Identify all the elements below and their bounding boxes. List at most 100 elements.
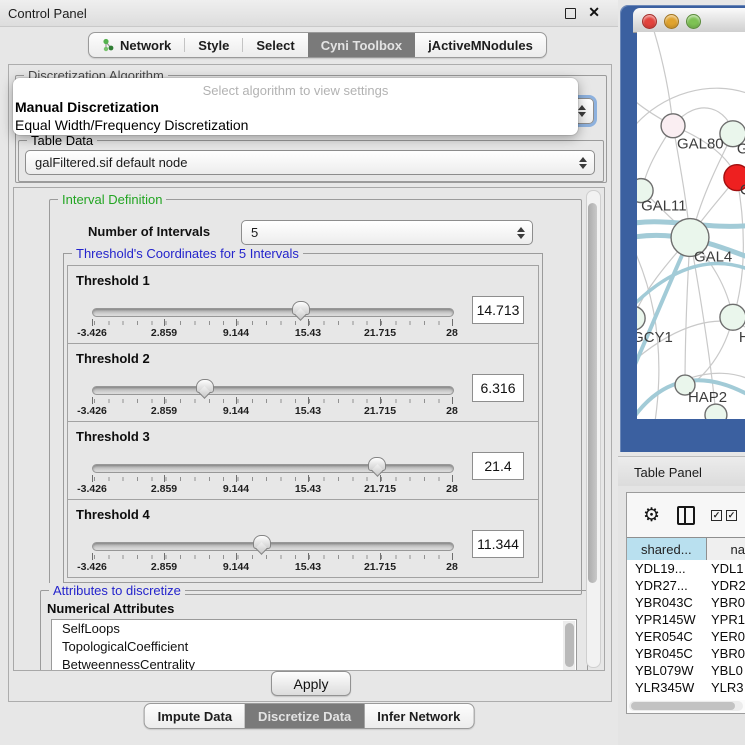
table-row[interactable]: YBR045CYBR0: [627, 645, 745, 662]
network-edge[interactable]: [637, 237, 690, 373]
threshold-slider: -3.4262.8599.14415.4321.71528: [92, 460, 452, 496]
table-data-legend: Table Data: [27, 133, 97, 148]
attribute-list-item[interactable]: BetweennessCentrality: [52, 656, 576, 671]
slider-major-tick: [92, 475, 93, 482]
threshold-label: Threshold 3: [76, 429, 150, 444]
table-row[interactable]: YIL052CYIL0: [627, 696, 745, 700]
algorithm-option[interactable]: Equal Width/Frequency Discretization: [13, 116, 578, 134]
settings-scrollbar[interactable]: [586, 190, 601, 668]
slider-track[interactable]: [92, 542, 454, 551]
tab-label: Impute Data: [158, 709, 232, 724]
settings-scrollbar-thumb[interactable]: [588, 203, 597, 583]
table-row[interactable]: YER054CYER0: [627, 628, 745, 645]
threshold-value-field[interactable]: 21.4: [472, 452, 524, 480]
network-node-green[interactable]: [705, 404, 727, 419]
tab-style[interactable]: Style: [185, 33, 242, 57]
table-header: shared... na: [627, 537, 745, 561]
traffic-light-zoom-icon[interactable]: [686, 14, 701, 29]
tick-label: 2.859: [151, 561, 177, 573]
thresholds-legend: Threshold's Coordinates for 5 Intervals: [72, 246, 303, 261]
list-scrollbar-thumb[interactable]: [565, 623, 574, 667]
table-row[interactable]: YDR27...YDR2: [627, 577, 745, 594]
network-node-green[interactable]: [637, 306, 645, 330]
control-panel-tabbar: NetworkStyleSelectCyni ToolboxjActiveMNo…: [88, 32, 547, 58]
tab-select[interactable]: Select: [243, 33, 307, 57]
tab-infer-network[interactable]: Infer Network: [364, 704, 473, 728]
tick-label: 21.715: [364, 561, 396, 573]
checkbox-icon[interactable]: ✓: [726, 510, 737, 521]
network-window-titlebar[interactable]: [633, 8, 745, 33]
number-of-intervals-combobox[interactable]: 5: [241, 220, 533, 245]
tab-impute-data[interactable]: Impute Data: [145, 704, 245, 728]
slider-major-tick: [236, 475, 237, 482]
table-row[interactable]: YBR043CYBR0: [627, 594, 745, 611]
threshold-value-field[interactable]: 6.316: [472, 374, 524, 402]
table-data-combobox[interactable]: galFiltered.sif default node: [25, 150, 595, 175]
network-canvas[interactable]: GAL80GACGAL11GAL4GCY1HHAP2: [637, 32, 745, 419]
slider-thumb[interactable]: [292, 301, 310, 315]
slider-thumb[interactable]: [253, 535, 271, 549]
numerical-attributes-list[interactable]: SelfLoopsTopologicalCoefficientBetweenne…: [51, 619, 577, 671]
column-header-shared-name[interactable]: shared...: [627, 538, 707, 560]
table-data-value: galFiltered.sif default node: [35, 155, 187, 170]
cell-name: YDL1: [707, 561, 745, 576]
gear-icon[interactable]: ⚙: [643, 504, 660, 527]
table-hscrollbar[interactable]: [629, 701, 743, 711]
traffic-light-minimize-icon[interactable]: [664, 14, 679, 29]
table-panel-body: ⚙ ✓ ✓ shared... na YDL19...YDL1YDR27...Y…: [618, 486, 745, 745]
list-scrollbar[interactable]: [563, 621, 575, 671]
tick-label: 21.715: [364, 327, 396, 339]
slider-thumb[interactable]: [196, 379, 214, 393]
tab-cyni-toolbox[interactable]: Cyni Toolbox: [308, 33, 415, 57]
traffic-light-close-icon[interactable]: [642, 14, 657, 29]
tab-network[interactable]: Network: [89, 33, 184, 57]
slider-major-tick: [452, 475, 453, 482]
network-node-green[interactable]: [720, 304, 745, 330]
table-hscrollbar-thumb[interactable]: [631, 702, 735, 710]
slider-track[interactable]: [92, 464, 454, 473]
threshold-slider: -3.4262.8599.14415.4321.71528: [92, 382, 452, 418]
attribute-list-item[interactable]: SelfLoops: [52, 620, 576, 638]
apply-button[interactable]: Apply: [271, 671, 351, 696]
slider-major-tick: [236, 319, 237, 326]
network-edge[interactable]: [653, 32, 673, 126]
tab-discretize-data[interactable]: Discretize Data: [245, 704, 364, 728]
slider-thumb[interactable]: [368, 457, 386, 471]
algorithm-option[interactable]: Manual Discretization: [13, 98, 578, 116]
checkbox-icon[interactable]: ✓: [711, 510, 722, 521]
network-edge[interactable]: [685, 237, 690, 384]
tab-jactivemnodules[interactable]: jActiveMNodules: [415, 33, 546, 57]
table-row[interactable]: YLR345WYLR3: [627, 679, 745, 696]
threshold-panel: Threshold 1-3.4262.8599.14415.4321.71528…: [67, 265, 539, 344]
node-label-ga: GA: [737, 141, 745, 158]
threshold-slider: -3.4262.8599.14415.4321.71528: [92, 538, 452, 574]
slider-major-tick: [92, 553, 93, 560]
threshold-value-field[interactable]: 11.344: [472, 530, 524, 558]
cell-shared-name: YBL079W: [627, 663, 707, 678]
tick-label: -3.426: [77, 561, 107, 573]
slider-track[interactable]: [92, 308, 454, 317]
tick-label: 2.859: [151, 327, 177, 339]
cell-shared-name: YLR345W: [627, 680, 707, 695]
numerical-attributes-label: Numerical Attributes: [47, 601, 174, 616]
network-node-pink[interactable]: [661, 114, 685, 138]
columns-icon[interactable]: [677, 506, 695, 525]
tab-label: Infer Network: [377, 709, 460, 724]
slider-major-tick: [380, 553, 381, 560]
slider-major-tick: [308, 553, 309, 560]
slider-major-tick: [164, 553, 165, 560]
float-window-icon[interactable]: [565, 8, 576, 19]
column-header-name[interactable]: na: [707, 538, 745, 560]
tick-label: 15.43: [295, 405, 321, 417]
network-view-window: GAL80GACGAL11GAL4GCY1HHAP2: [620, 5, 745, 452]
close-icon[interactable]: ✕: [588, 4, 600, 21]
threshold-value-field[interactable]: 14.713: [472, 296, 524, 324]
slider-track[interactable]: [92, 386, 454, 395]
table-row[interactable]: YPR145WYPR1: [627, 611, 745, 628]
attribute-list-item[interactable]: TopologicalCoefficient: [52, 638, 576, 656]
table-row[interactable]: YDL19...YDL1: [627, 560, 745, 577]
tick-label: 15.43: [295, 327, 321, 339]
table-row[interactable]: YBL079WYBL0: [627, 662, 745, 679]
node-label-c: C: [740, 182, 745, 199]
slider-major-tick: [92, 319, 93, 326]
